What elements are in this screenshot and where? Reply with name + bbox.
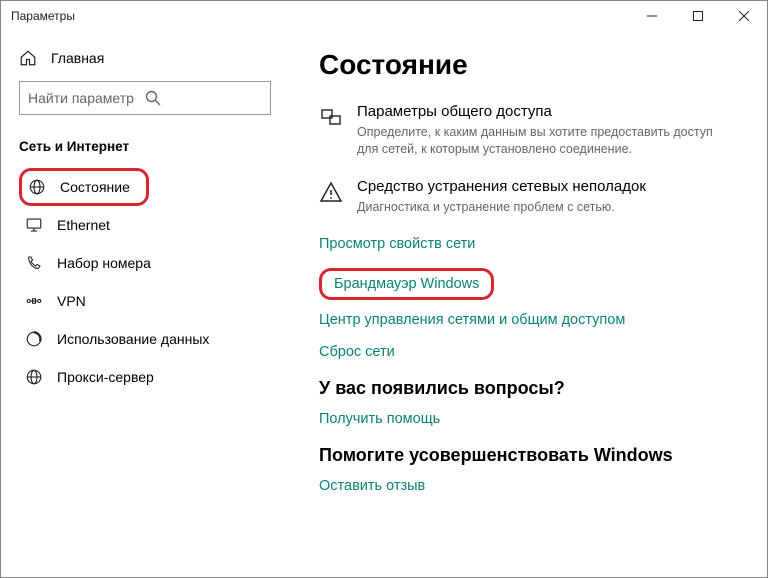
link-network-sharing-center[interactable]: Центр управления сетями и общим доступом — [319, 312, 737, 328]
window-title: Параметры — [11, 9, 75, 23]
home-link[interactable]: Главная — [19, 49, 283, 67]
vpn-icon — [25, 292, 43, 310]
block-desc: Диагностика и устранение проблем с сетью… — [357, 199, 646, 216]
link-give-feedback[interactable]: Оставить отзыв — [319, 478, 737, 494]
maximize-button[interactable] — [675, 1, 721, 31]
nav-label: Использование данных — [57, 331, 209, 347]
block-title: Параметры общего доступа — [357, 103, 737, 120]
page-title: Состояние — [319, 49, 737, 81]
sidebar-item-ethernet[interactable]: Ethernet — [19, 206, 283, 244]
home-label: Главная — [51, 50, 104, 66]
questions-heading: У вас появились вопросы? — [319, 378, 737, 399]
sidebar-item-proxy[interactable]: Прокси-сервер — [19, 358, 283, 396]
sidebar: Главная Найти параметр Сеть и Интернет С… — [1, 31, 301, 577]
nav-label: VPN — [57, 293, 86, 309]
status-icon — [28, 178, 46, 196]
titlebar: Параметры — [1, 1, 767, 31]
close-button[interactable] — [721, 1, 767, 31]
search-icon — [145, 90, 262, 106]
feedback-heading: Помогите усовершенствовать Windows — [319, 445, 737, 466]
proxy-icon — [25, 368, 43, 386]
main-panel: Состояние Параметры общего доступа Опред… — [301, 31, 767, 577]
sidebar-item-status[interactable]: Состояние — [19, 168, 149, 206]
nav-label: Набор номера — [57, 255, 151, 271]
link-windows-firewall[interactable]: Брандмауэр Windows — [319, 268, 494, 300]
minimize-button[interactable] — [629, 1, 675, 31]
nav-label: Состояние — [60, 179, 130, 195]
block-desc: Определите, к каким данным вы хотите пре… — [357, 124, 737, 158]
warning-icon — [319, 180, 343, 204]
nav-label: Прокси-сервер — [57, 369, 154, 385]
search-input[interactable]: Найти параметр — [19, 81, 271, 115]
sharing-icon — [319, 105, 343, 129]
sharing-block[interactable]: Параметры общего доступа Определите, к к… — [319, 103, 737, 158]
block-title: Средство устранения сетевых неполадок — [357, 178, 646, 195]
link-get-help[interactable]: Получить помощь — [319, 411, 737, 427]
sidebar-item-vpn[interactable]: VPN — [19, 282, 283, 320]
link-network-reset[interactable]: Сброс сети — [319, 344, 737, 360]
home-icon — [19, 49, 37, 67]
sidebar-item-dialup[interactable]: Набор номера — [19, 244, 283, 282]
ethernet-icon — [25, 216, 43, 234]
troubleshoot-block[interactable]: Средство устранения сетевых неполадок Ди… — [319, 178, 737, 216]
dialup-icon — [25, 254, 43, 272]
nav-label: Ethernet — [57, 217, 110, 233]
data-usage-icon — [25, 330, 43, 348]
link-network-properties[interactable]: Просмотр свойств сети — [319, 236, 737, 252]
search-placeholder: Найти параметр — [28, 90, 145, 106]
sidebar-item-datausage[interactable]: Использование данных — [19, 320, 283, 358]
section-label: Сеть и Интернет — [19, 139, 283, 154]
